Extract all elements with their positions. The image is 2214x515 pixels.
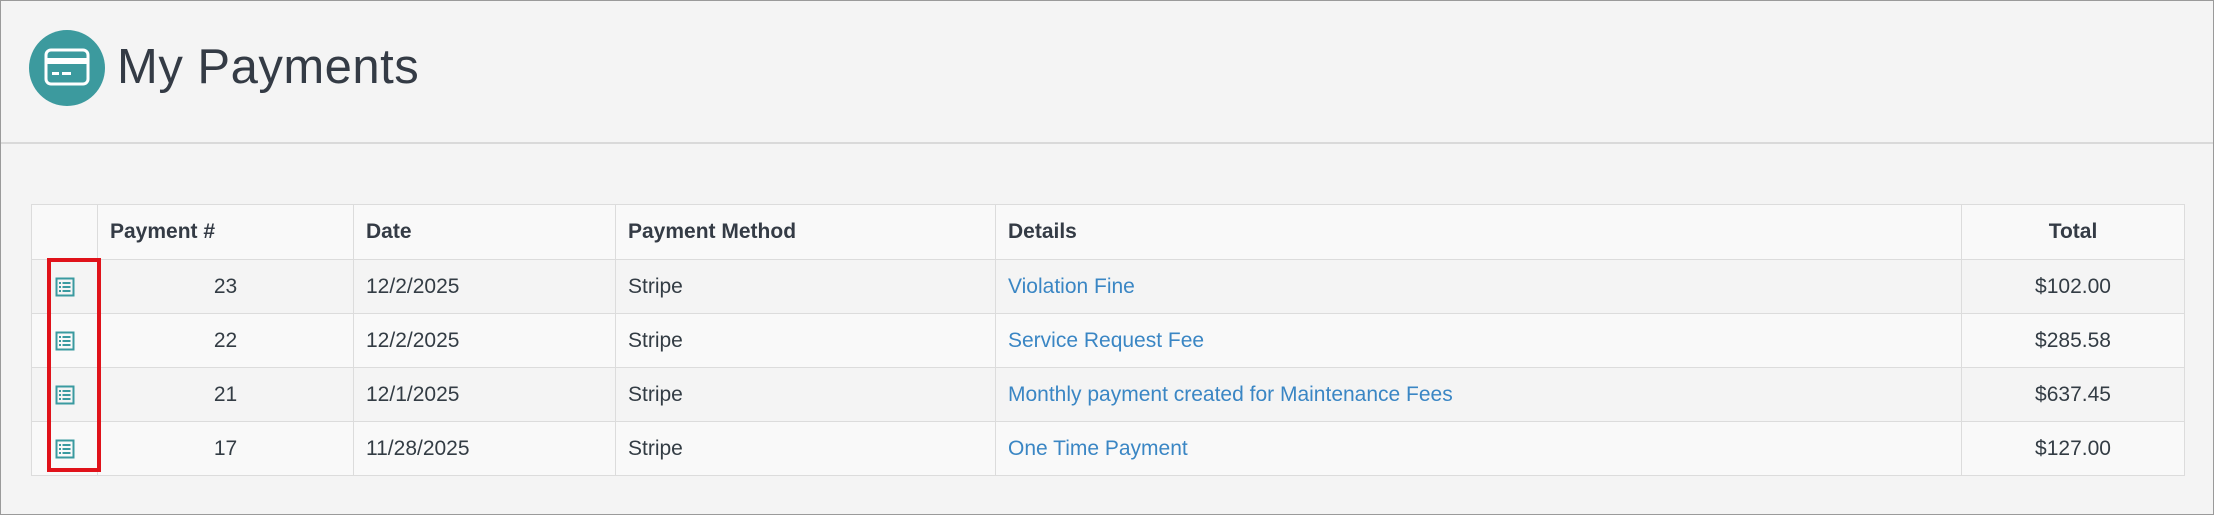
receipt-icon[interactable] xyxy=(55,277,75,297)
receipt-cell xyxy=(31,421,98,476)
page-frame: My Payments Payment # Date Payment Metho… xyxy=(0,0,2214,515)
date-cell: 12/1/2025 xyxy=(353,367,616,422)
credit-card-icon xyxy=(29,30,105,106)
page-title: My Payments xyxy=(117,40,420,94)
receipt-icon[interactable] xyxy=(55,331,75,351)
column-header-icon xyxy=(31,204,98,260)
total-cell: $285.58 xyxy=(1961,313,2185,368)
details-link[interactable]: One Time Payment xyxy=(1008,437,1188,460)
payment-method-cell: Stripe xyxy=(615,259,996,314)
date-cell: 11/28/2025 xyxy=(353,421,616,476)
receipt-cell xyxy=(31,367,98,422)
column-header-date: Date xyxy=(353,204,616,260)
table-header-row: Payment # Date Payment Method Details To… xyxy=(31,204,2185,260)
total-cell: $637.45 xyxy=(1961,367,2185,422)
receipt-cell xyxy=(31,313,98,368)
payment-number-cell: 22 xyxy=(97,313,354,368)
payment-number-cell: 23 xyxy=(97,259,354,314)
details-link[interactable]: Violation Fine xyxy=(1008,275,1135,298)
details-cell: One Time Payment xyxy=(995,421,1962,476)
date-cell: 12/2/2025 xyxy=(353,259,616,314)
payment-method-cell: Stripe xyxy=(615,367,996,422)
column-header-total: Total xyxy=(1961,204,2185,260)
payment-method-cell: Stripe xyxy=(615,421,996,476)
payment-number-cell: 21 xyxy=(97,367,354,422)
page-header: My Payments xyxy=(1,1,2213,144)
details-cell: Violation Fine xyxy=(995,259,1962,314)
column-header-payment-method: Payment Method xyxy=(615,204,996,260)
table-row: 17 11/28/2025 Stripe One Time Payment $1… xyxy=(31,421,2185,476)
receipt-icon[interactable] xyxy=(55,385,75,405)
receipt-cell xyxy=(31,259,98,314)
column-header-payment-number: Payment # xyxy=(97,204,354,260)
details-link[interactable]: Monthly payment created for Maintenance … xyxy=(1008,383,1453,406)
total-cell: $127.00 xyxy=(1961,421,2185,476)
column-header-details: Details xyxy=(995,204,1962,260)
details-cell: Monthly payment created for Maintenance … xyxy=(995,367,1962,422)
details-cell: Service Request Fee xyxy=(995,313,1962,368)
details-link[interactable]: Service Request Fee xyxy=(1008,329,1204,352)
payment-number-cell: 17 xyxy=(97,421,354,476)
payment-method-cell: Stripe xyxy=(615,313,996,368)
date-cell: 12/2/2025 xyxy=(353,313,616,368)
table-row: 23 12/2/2025 Stripe Violation Fine $102.… xyxy=(31,259,2185,314)
receipt-icon[interactable] xyxy=(55,439,75,459)
table-row: 21 12/1/2025 Stripe Monthly payment crea… xyxy=(31,367,2185,422)
total-cell: $102.00 xyxy=(1961,259,2185,314)
table-row: 22 12/2/2025 Stripe Service Request Fee … xyxy=(31,313,2185,368)
payments-table: Payment # Date Payment Method Details To… xyxy=(31,204,2185,476)
